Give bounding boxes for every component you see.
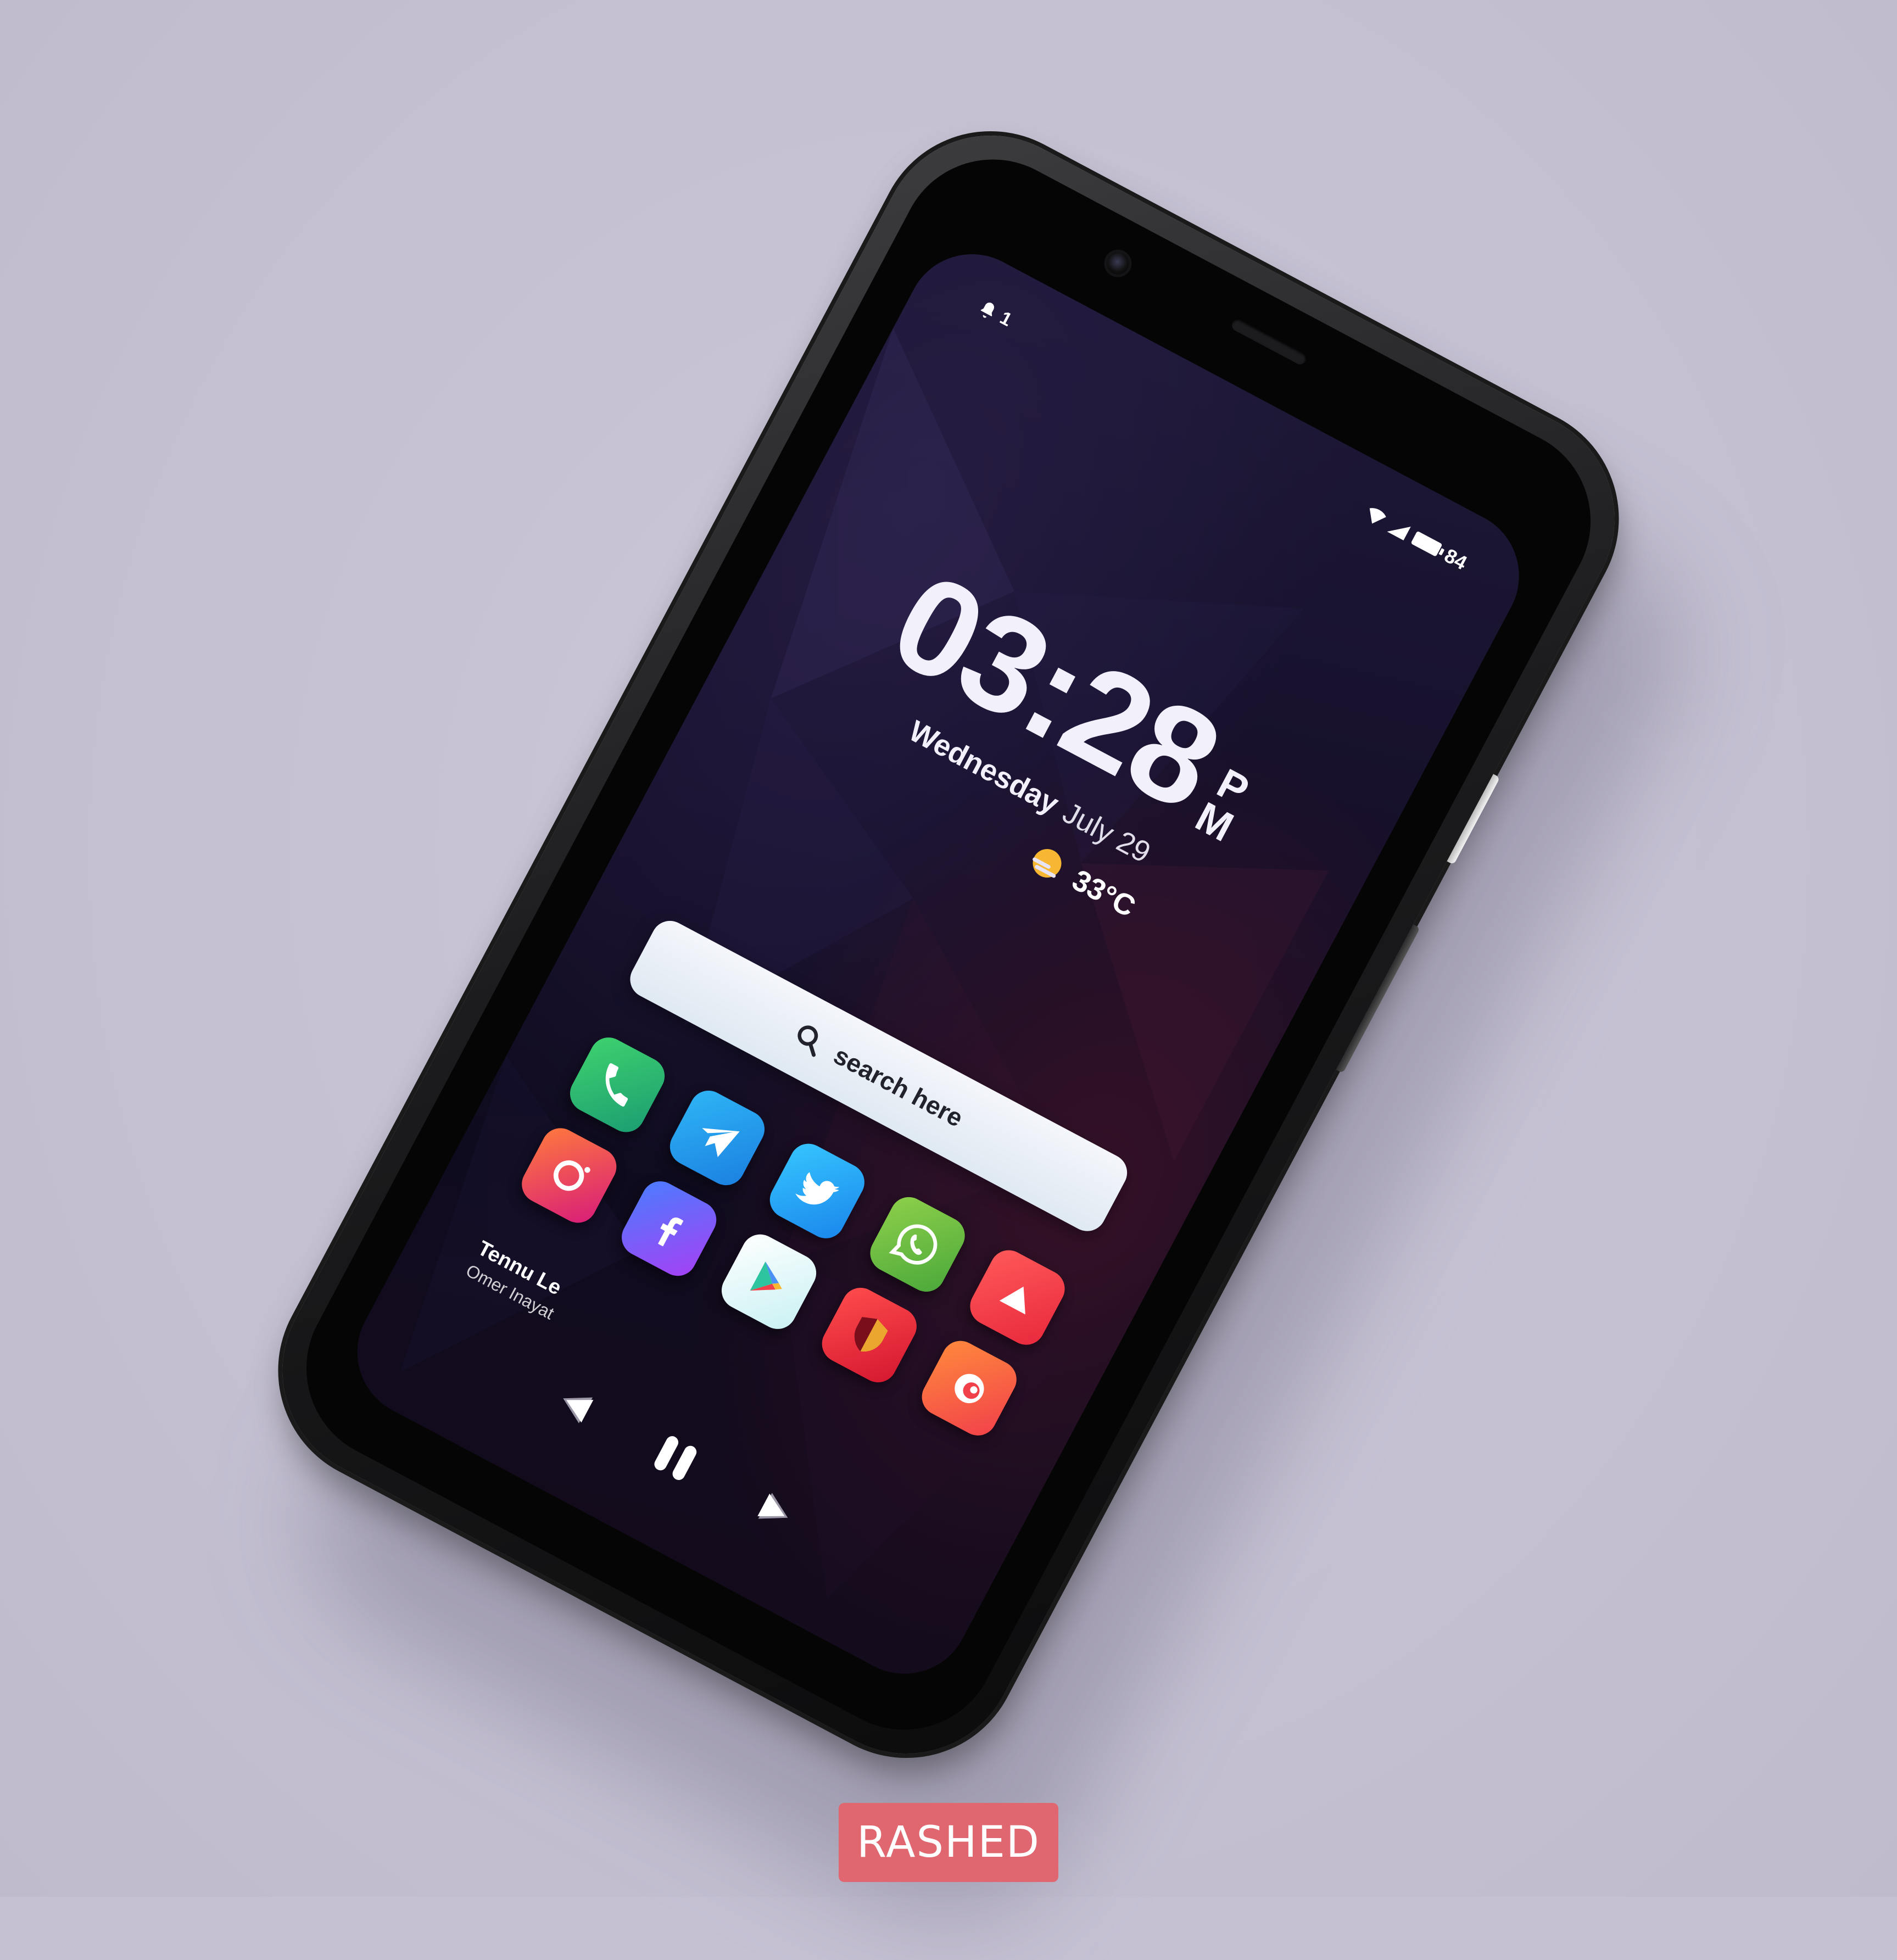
bird-icon [795, 1172, 840, 1204]
play-triangle-icon [750, 1261, 783, 1291]
paper-plane-icon [702, 1127, 740, 1157]
search-icon [797, 1025, 818, 1057]
am-pm-bottom: M [1188, 793, 1241, 851]
facebook-f-icon [657, 1217, 684, 1246]
chat-phone-icon [889, 1224, 938, 1265]
home-screen: 1 84 03:28 P M Wednesday July 29 33°C se… [334, 231, 1542, 1697]
shield-icon [855, 1316, 889, 1352]
earpiece-speaker [1230, 317, 1308, 367]
front-camera-icon [1103, 248, 1133, 278]
play-icon [999, 1286, 1025, 1314]
background: 1 84 03:28 P M Wednesday July 29 33°C se… [0, 0, 1897, 1960]
camera-lens-icon [554, 1160, 591, 1191]
wallpaper-polygons [400, 328, 1329, 1599]
phone-icon [606, 1063, 628, 1107]
watermark-badge: RASHED [839, 1803, 1058, 1882]
fox-icon [955, 1373, 984, 1403]
cellular-signal-icon [1387, 526, 1411, 540]
